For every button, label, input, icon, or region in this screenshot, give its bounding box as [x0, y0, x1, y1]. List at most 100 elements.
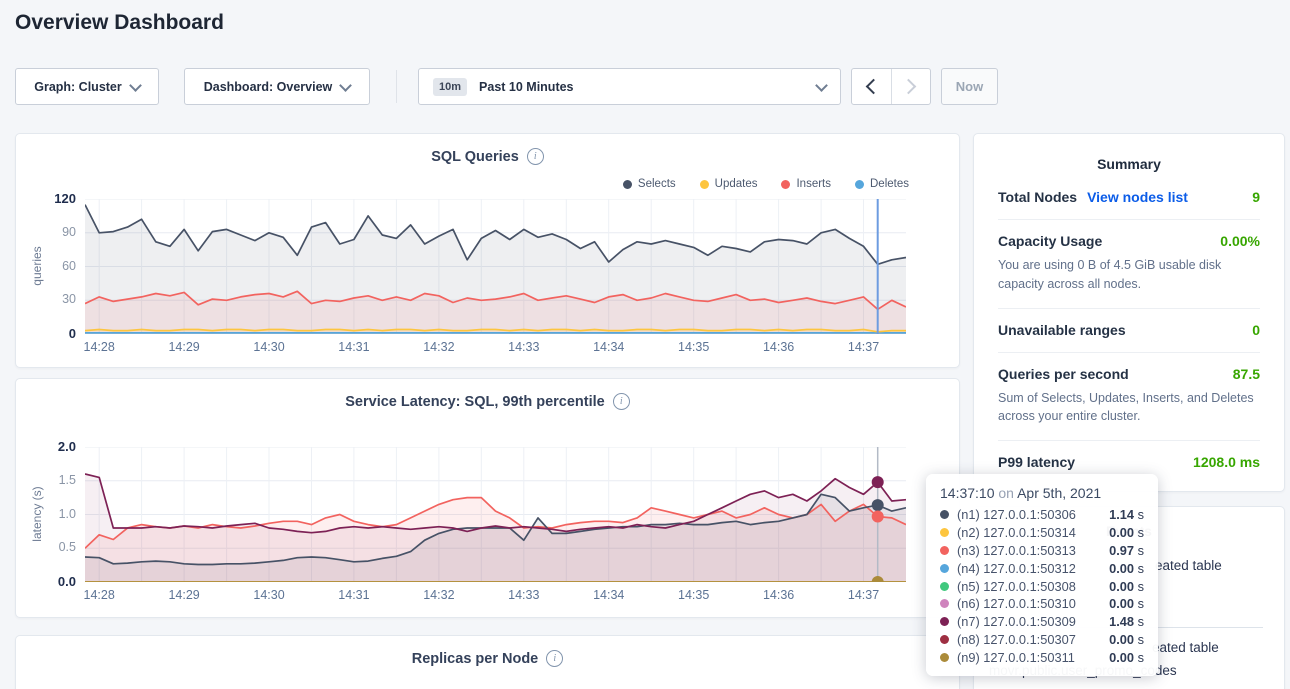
- node-latency-value: 0.00 s: [1109, 561, 1144, 576]
- y-tick-label: 0: [16, 326, 76, 341]
- y-tick-label: 0.0: [16, 574, 76, 589]
- node-latency-value: 1.14 s: [1109, 507, 1144, 522]
- node-address: (n3) 127.0.0.1:50313: [957, 543, 1109, 558]
- sql-queries-chart[interactable]: 030609012014:2814:2914:3014:3114:3214:33…: [16, 134, 959, 367]
- y-tick-label: 30: [16, 292, 76, 306]
- chevron-down-icon: [339, 79, 352, 92]
- node-latency-value: 0.00 s: [1109, 525, 1144, 540]
- now-button[interactable]: Now: [941, 68, 998, 105]
- summary-value: 0.00%: [1220, 233, 1260, 249]
- node-address: (n7) 127.0.0.1:50309: [957, 614, 1109, 629]
- tooltip-node-row: (n1) 127.0.0.1:503061.14 s: [940, 506, 1144, 524]
- summary-heading: Summary: [974, 156, 1284, 172]
- tooltip-timestamp: 14:37:10 on Apr 5th, 2021: [940, 485, 1144, 501]
- node-latency-value: 0.00 s: [1109, 579, 1144, 594]
- summary-value: 9: [1252, 189, 1260, 205]
- sql-queries-plot-area[interactable]: [85, 199, 906, 334]
- service-latency-chart[interactable]: 0.00.51.01.52.014:2814:2914:3014:3114:32…: [16, 379, 959, 617]
- chevron-left-icon: [865, 79, 881, 95]
- time-range-dropdown[interactable]: 10m Past 10 Minutes: [418, 68, 841, 105]
- graph-selector-dropdown[interactable]: Graph: Cluster: [15, 68, 159, 105]
- replicas-title-row: Replicas per Node i: [16, 650, 959, 667]
- x-tick-label: 14:34: [579, 588, 639, 602]
- summary-value: 0: [1252, 322, 1260, 338]
- summary-value: 87.5: [1233, 366, 1260, 382]
- node-color-dot: [940, 546, 949, 555]
- x-tick-label: 14:30: [239, 588, 299, 602]
- summary-row-total-nodes: Total Nodes View nodes list 9: [998, 176, 1260, 220]
- crosshair-dot-n3: [872, 511, 884, 523]
- node-address: (n1) 127.0.0.1:50306: [957, 507, 1109, 522]
- y-tick-label: 1.5: [16, 473, 76, 487]
- x-tick-label: 14:37: [834, 588, 894, 602]
- node-latency-value: 1.48 s: [1109, 614, 1144, 629]
- node-address: (n2) 127.0.0.1:50314: [957, 525, 1109, 540]
- tooltip-node-row: (n3) 127.0.0.1:503130.97 s: [940, 542, 1144, 560]
- replicas-panel: Replicas per Node i: [15, 635, 960, 689]
- time-range-badge: 10m: [433, 78, 467, 96]
- x-tick-label: 14:34: [579, 340, 639, 354]
- x-tick-label: 14:33: [494, 340, 554, 354]
- node-color-dot: [940, 582, 949, 591]
- summary-label: Total Nodes: [998, 189, 1077, 205]
- y-tick-label: 1.0: [16, 507, 76, 521]
- tooltip-rows: (n1) 127.0.0.1:503061.14 s(n2) 127.0.0.1…: [940, 506, 1144, 666]
- page-title: Overview Dashboard: [15, 11, 224, 35]
- tooltip-node-row: (n5) 127.0.0.1:503080.00 s: [940, 577, 1144, 595]
- node-color-dot: [940, 635, 949, 644]
- x-tick-label: 14:28: [69, 588, 129, 602]
- x-tick-label: 14:33: [494, 588, 554, 602]
- x-tick-label: 14:36: [749, 340, 809, 354]
- y-tick-label: 60: [16, 259, 76, 273]
- prev-time-button[interactable]: [852, 69, 891, 104]
- event-row-text: eated table: [1155, 558, 1222, 573]
- x-tick-label: 14:29: [154, 588, 214, 602]
- latency-tooltip: 14:37:10 on Apr 5th, 2021 (n1) 127.0.0.1…: [926, 474, 1158, 676]
- time-range-label: Past 10 Minutes: [479, 80, 573, 94]
- summary-label: Unavailable ranges: [998, 322, 1126, 338]
- node-address: (n5) 127.0.0.1:50308: [957, 579, 1109, 594]
- overview-dashboard-page: Overview Dashboard Graph: Cluster Dashbo…: [0, 0, 1290, 689]
- tooltip-node-row: (n7) 127.0.0.1:503091.48 s: [940, 613, 1144, 631]
- summary-row-capacity: Capacity Usage 0.00% You are using 0 B o…: [998, 220, 1260, 309]
- chart-title: Replicas per Node: [412, 651, 539, 667]
- summary-label: Capacity Usage: [998, 233, 1102, 249]
- crosshair-dot-n1: [872, 499, 884, 511]
- service-latency-plot-area[interactable]: [85, 447, 906, 582]
- graph-selector-label: Graph: Cluster: [34, 80, 122, 94]
- dashboard-selector-dropdown[interactable]: Dashboard: Overview: [184, 68, 370, 105]
- x-tick-label: 14:35: [664, 340, 724, 354]
- dashboard-selector-label: Dashboard: Overview: [204, 80, 333, 94]
- chevron-down-icon: [815, 79, 828, 92]
- node-color-dot: [940, 564, 949, 573]
- next-time-button[interactable]: [891, 69, 931, 104]
- node-address: (n8) 127.0.0.1:50307: [957, 632, 1109, 647]
- x-tick-label: 14:35: [664, 588, 724, 602]
- chevron-down-icon: [129, 79, 142, 92]
- y-tick-label: 90: [16, 225, 76, 239]
- node-color-dot: [940, 510, 949, 519]
- y-tick-label: 2.0: [16, 439, 76, 454]
- toolbar-divider: [396, 70, 397, 103]
- series-areas: [85, 205, 906, 334]
- node-color-dot: [940, 653, 949, 662]
- info-icon[interactable]: i: [546, 650, 563, 667]
- tooltip-node-row: (n8) 127.0.0.1:503070.00 s: [940, 631, 1144, 649]
- summary-row-qps: Queries per second 87.5 Sum of Selects, …: [998, 353, 1260, 442]
- node-color-dot: [940, 617, 949, 626]
- y-tick-label: 120: [16, 191, 76, 206]
- x-tick-label: 14:36: [749, 588, 809, 602]
- x-tick-label: 14:32: [409, 588, 469, 602]
- view-nodes-list-link[interactable]: View nodes list: [1087, 189, 1188, 205]
- tooltip-node-row: (n6) 127.0.0.1:503100.00 s: [940, 595, 1144, 613]
- event-row-text: eated table: [1152, 640, 1219, 655]
- service-latency-panel: Service Latency: SQL, 99th percentile i …: [15, 378, 960, 618]
- summary-panel: Summary Total Nodes View nodes list 9 Ca…: [973, 133, 1285, 492]
- tooltip-node-row: (n9) 127.0.0.1:503110.00 s: [940, 648, 1144, 666]
- node-latency-value: 0.00 s: [1109, 650, 1144, 665]
- x-tick-label: 14:31: [324, 340, 384, 354]
- summary-description: Sum of Selects, Updates, Inserts, and De…: [998, 389, 1260, 427]
- x-tick-label: 14:30: [239, 340, 299, 354]
- node-address: (n6) 127.0.0.1:50310: [957, 596, 1109, 611]
- y-tick-label: 0.5: [16, 540, 76, 554]
